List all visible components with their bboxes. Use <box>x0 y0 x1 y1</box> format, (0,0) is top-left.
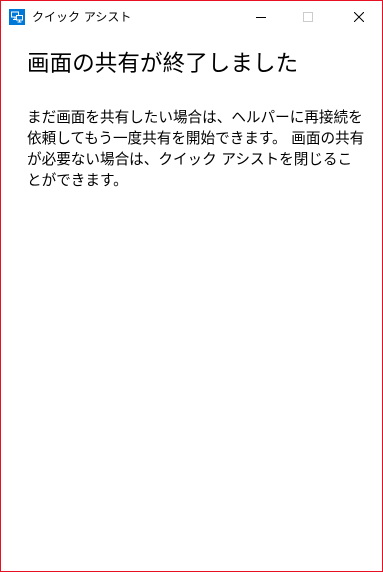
close-button[interactable] <box>336 1 382 32</box>
quick-assist-app-icon <box>9 9 25 25</box>
window-title: クイック アシスト <box>32 10 132 24</box>
session-ended-message: まだ画面を共有したい場合は、ヘルパーに再接続を依頼してもう一度共有を開始できます… <box>27 109 365 189</box>
maximize-icon <box>303 7 313 26</box>
title-bar[interactable]: クイック アシスト <box>1 1 382 32</box>
quick-assist-window: クイック アシスト 画面の共有が終了しました まだ画面を共有したい場合は、ヘルパ… <box>0 0 383 572</box>
page-title: 画面の共有が終了しました <box>27 51 299 77</box>
close-icon <box>353 7 365 26</box>
minimize-button[interactable] <box>238 1 284 32</box>
maximize-button[interactable] <box>285 1 331 32</box>
minimize-icon <box>256 7 266 26</box>
